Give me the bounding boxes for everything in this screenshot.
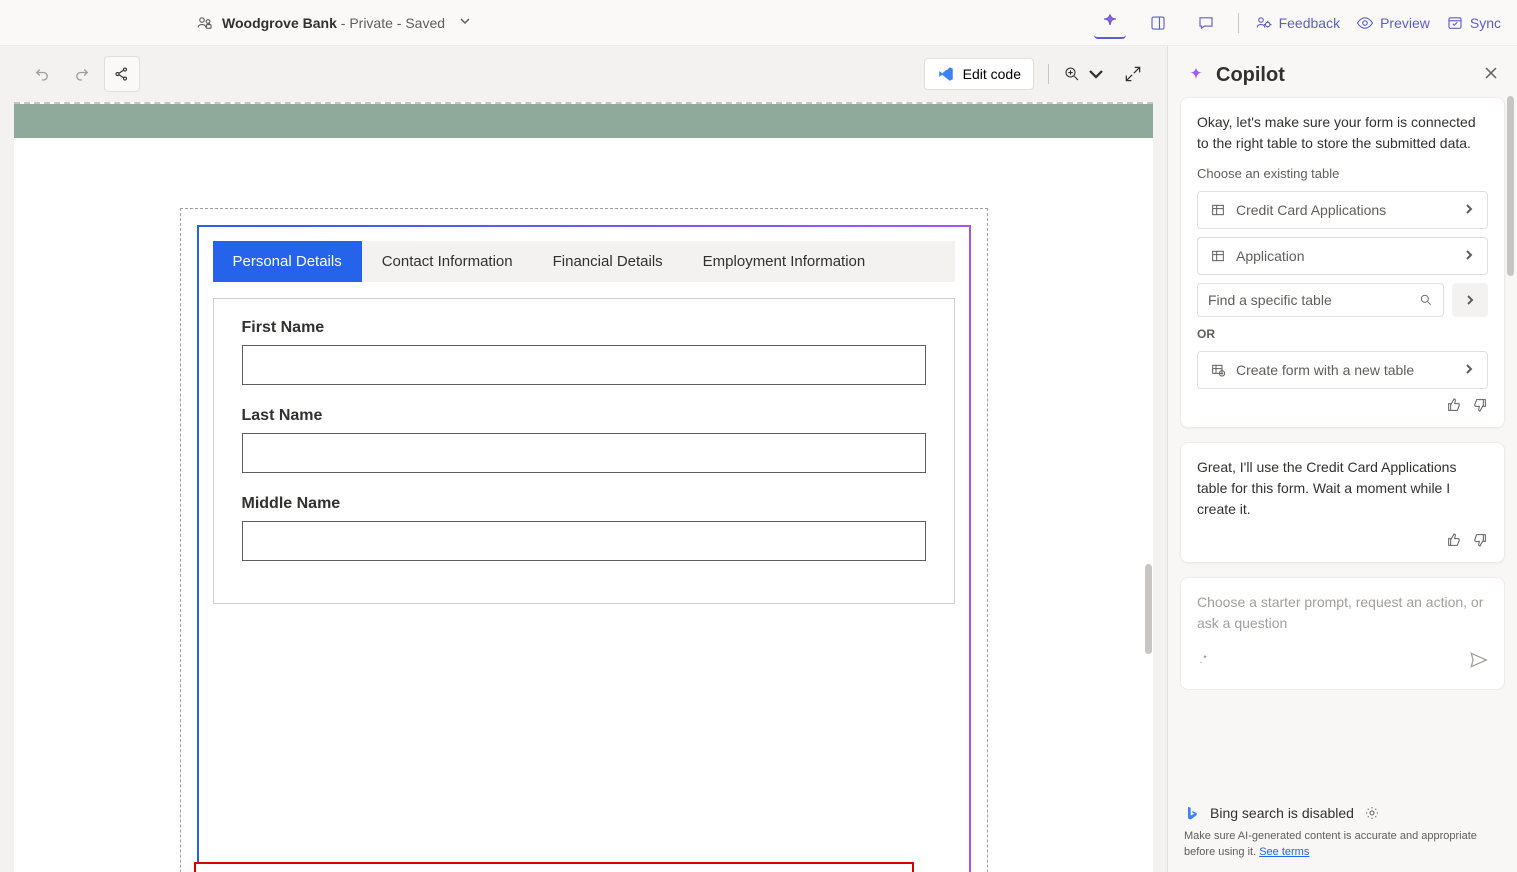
last-name-input[interactable] bbox=[242, 433, 926, 473]
chevron-right-icon bbox=[1463, 363, 1475, 375]
eye-icon bbox=[1356, 14, 1374, 32]
thumbs-down-icon[interactable] bbox=[1472, 532, 1488, 548]
search-submit-button[interactable] bbox=[1452, 283, 1488, 317]
chevron-down-icon bbox=[1087, 65, 1105, 83]
feedback-icon bbox=[1255, 14, 1273, 32]
copilot-message-card: Okay, let's make sure your form is conne… bbox=[1180, 97, 1505, 428]
copilot-title: Copilot bbox=[1216, 64, 1285, 87]
document-title: Woodgrove Bank - Private - Saved bbox=[222, 15, 445, 31]
edit-code-button[interactable]: Edit code bbox=[924, 58, 1034, 90]
sync-icon bbox=[1446, 14, 1464, 32]
copilot-icon[interactable] bbox=[1094, 7, 1126, 39]
or-label: OR bbox=[1197, 327, 1488, 341]
tab-bar: Personal Details Contact Information Fin… bbox=[213, 241, 955, 282]
table-icon bbox=[1210, 248, 1226, 264]
last-name-label: Last Name bbox=[242, 407, 926, 425]
vscode-icon bbox=[937, 65, 955, 83]
copilot-input-box[interactable]: Choose a starter prompt, request an acti… bbox=[1180, 577, 1505, 690]
copilot-pane: Copilot Okay, let's make sure your form … bbox=[1167, 46, 1517, 872]
field-last-name: Last Name bbox=[242, 407, 926, 473]
table-icon bbox=[1210, 202, 1226, 218]
bing-icon bbox=[1184, 805, 1200, 821]
table-option-application[interactable]: Application bbox=[1197, 237, 1488, 275]
tab-contact-information[interactable]: Contact Information bbox=[362, 241, 533, 282]
see-terms-link[interactable]: See terms bbox=[1259, 846, 1309, 858]
field-middle-name: Middle Name bbox=[242, 495, 926, 561]
field-first-name: First Name bbox=[242, 319, 926, 385]
divider bbox=[1238, 13, 1239, 33]
sync-link[interactable]: Sync bbox=[1446, 14, 1501, 32]
copilot-body[interactable]: Okay, let's make sure your form is conne… bbox=[1168, 97, 1517, 793]
first-name-label: First Name bbox=[242, 319, 926, 337]
expand-button[interactable] bbox=[1115, 56, 1151, 92]
secondary-toolbar: Edit code bbox=[0, 46, 1167, 102]
chevron-right-icon bbox=[1463, 203, 1475, 215]
thumbs-up-icon[interactable] bbox=[1446, 397, 1462, 413]
copilot-input-placeholder: Choose a starter prompt, request an acti… bbox=[1197, 592, 1488, 634]
copilot-disclaimer: Make sure AI-generated content is accura… bbox=[1168, 829, 1517, 872]
document-title-wrap[interactable]: Woodgrove Bank - Private - Saved bbox=[196, 14, 471, 32]
form-card: First Name Last Name Middle Name bbox=[213, 298, 955, 604]
bing-search-status: Bing search is disabled bbox=[1168, 793, 1517, 829]
gear-icon[interactable] bbox=[1364, 805, 1380, 821]
find-table-input[interactable]: Find a specific table bbox=[1197, 283, 1444, 317]
people-icon bbox=[196, 14, 214, 32]
scrollbar-thumb[interactable] bbox=[1507, 96, 1514, 276]
preview-link[interactable]: Preview bbox=[1356, 14, 1430, 32]
thumbs-up-icon[interactable] bbox=[1446, 532, 1462, 548]
share-icon[interactable] bbox=[104, 56, 140, 92]
app-header: Woodgrove Bank - Private - Saved Feedbac… bbox=[0, 0, 1517, 46]
tab-employment-information[interactable]: Employment Information bbox=[683, 241, 886, 282]
chevron-right-icon bbox=[1463, 249, 1475, 261]
copilot-message: Okay, let's make sure your form is conne… bbox=[1197, 112, 1488, 154]
comment-icon[interactable] bbox=[1190, 7, 1222, 39]
zoom-icon bbox=[1063, 65, 1081, 83]
close-button[interactable] bbox=[1483, 65, 1499, 86]
choose-table-label: Choose an existing table bbox=[1197, 166, 1488, 181]
zoom-dropdown[interactable] bbox=[1063, 65, 1105, 83]
canvas-area: Edit code Personal Details Contact Infor… bbox=[0, 46, 1167, 872]
search-icon bbox=[1419, 293, 1433, 307]
feedback-link[interactable]: Feedback bbox=[1255, 14, 1340, 32]
middle-name-input[interactable] bbox=[242, 521, 926, 561]
create-new-table-option[interactable]: Create form with a new table bbox=[1197, 351, 1488, 389]
table-plus-icon bbox=[1210, 362, 1226, 378]
redo-button[interactable] bbox=[64, 56, 100, 92]
tab-financial-details[interactable]: Financial Details bbox=[533, 241, 683, 282]
copilot-logo-icon bbox=[1186, 66, 1206, 86]
undo-button[interactable] bbox=[24, 56, 60, 92]
review-form-popup: Review this form PREVIEW Next step bbox=[194, 862, 914, 872]
form-container[interactable]: Personal Details Contact Information Fin… bbox=[180, 208, 988, 872]
first-name-input[interactable] bbox=[242, 345, 926, 385]
middle-name-label: Middle Name bbox=[242, 495, 926, 513]
scrollbar-thumb[interactable] bbox=[1145, 564, 1152, 654]
tab-personal-details[interactable]: Personal Details bbox=[213, 241, 362, 282]
canvas-scroll[interactable]: Personal Details Contact Information Fin… bbox=[14, 102, 1153, 872]
copilot-message-card: Great, I'll use the Credit Card Applicat… bbox=[1180, 442, 1505, 563]
thumbs-down-icon[interactable] bbox=[1472, 397, 1488, 413]
header-band bbox=[14, 104, 1153, 138]
panel-icon[interactable] bbox=[1142, 7, 1174, 39]
table-option-credit-card[interactable]: Credit Card Applications bbox=[1197, 191, 1488, 229]
send-button[interactable] bbox=[1468, 650, 1488, 675]
copilot-message: Great, I'll use the Credit Card Applicat… bbox=[1197, 457, 1488, 520]
divider bbox=[1048, 64, 1049, 84]
chevron-down-icon[interactable] bbox=[459, 14, 471, 32]
sparkle-icon[interactable] bbox=[1197, 652, 1213, 673]
